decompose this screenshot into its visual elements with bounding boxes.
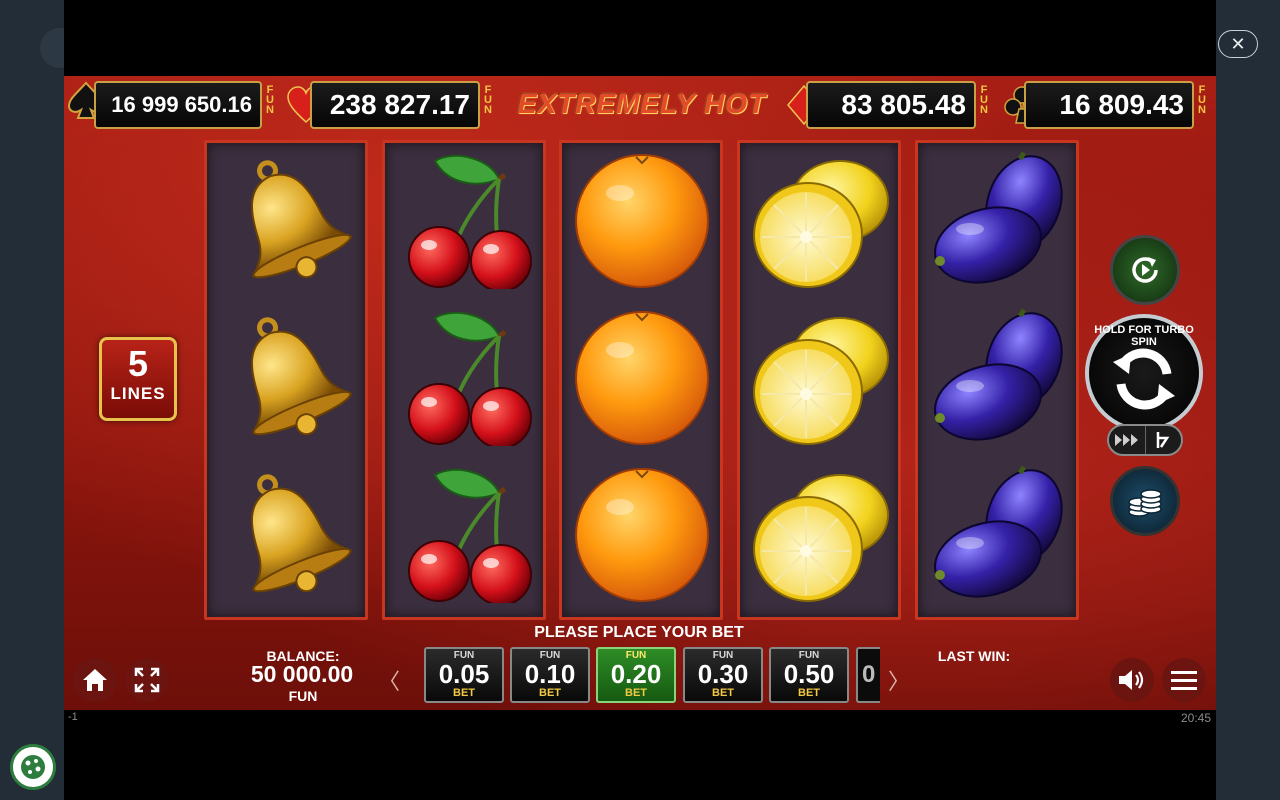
bet-prompt: PLEASE PLACE YOUR BET bbox=[534, 624, 744, 641]
lines-badge[interactable]: 5 LINES bbox=[99, 337, 177, 421]
jackpot-unit: FUN bbox=[484, 84, 492, 116]
bet-option[interactable]: FUN 0.30 BET bbox=[683, 647, 763, 703]
bet-caption: BET bbox=[712, 687, 734, 699]
bet-option[interactable]: FUN 0.50 BET bbox=[769, 647, 849, 703]
bet-option[interactable]: FUN 0.05 BET bbox=[424, 647, 504, 703]
bell-symbol bbox=[250, 474, 353, 593]
balance-unit: FUN bbox=[288, 688, 318, 704]
bet-value: 0.10 bbox=[524, 659, 576, 689]
bet-caption: BET bbox=[798, 687, 820, 699]
balance-value: 50 000.00 bbox=[250, 661, 354, 687]
plum-symbol bbox=[934, 465, 1063, 598]
orange-symbol bbox=[575, 154, 709, 288]
spin-icon bbox=[1113, 348, 1175, 410]
bet-value: 0.50 bbox=[783, 659, 835, 689]
lines-count: 5 bbox=[127, 343, 149, 384]
reel-2 bbox=[382, 140, 546, 620]
jackpot-value: 83 805.48 bbox=[806, 81, 976, 129]
last-win-label: LAST WIN: bbox=[937, 648, 1011, 664]
autoplay-button[interactable] bbox=[1110, 235, 1180, 305]
cookie-icon bbox=[21, 755, 45, 779]
cherries-symbol bbox=[408, 154, 532, 289]
orange-symbol bbox=[575, 311, 709, 445]
orange-symbol bbox=[575, 468, 709, 602]
speed-toggle bbox=[1107, 424, 1183, 456]
cookie-settings-button[interactable] bbox=[10, 744, 56, 790]
turbo-spin-hint: HOLD FOR TURBO SPIN bbox=[1094, 324, 1194, 348]
bet-option-partial[interactable]: 0 bbox=[856, 647, 880, 703]
close-button[interactable]: ✕ bbox=[1218, 30, 1258, 58]
lines-label: LINES bbox=[110, 384, 166, 403]
home-button[interactable] bbox=[73, 658, 117, 702]
jackpot-unit: FUN bbox=[980, 84, 988, 116]
jackpot-value: 16 999 650.16 bbox=[94, 81, 262, 129]
bet-option-selected[interactable]: FUN 0.20 BET bbox=[596, 647, 676, 703]
plum-symbol bbox=[934, 151, 1063, 284]
bet-caption: BET bbox=[453, 687, 475, 699]
status-indicator: -1 bbox=[68, 711, 78, 723]
jackpot-unit: FUN bbox=[1198, 84, 1206, 116]
fast-forward-icon bbox=[1114, 434, 1138, 446]
jackpot-value: 238 827.17 bbox=[310, 81, 480, 129]
bet-value: 0.20 bbox=[610, 659, 662, 689]
coins-icon bbox=[1128, 489, 1162, 517]
speaker-icon bbox=[1119, 670, 1144, 690]
bet-value: 0.05 bbox=[438, 659, 490, 689]
home-icon bbox=[83, 669, 107, 691]
fast-play-toggle[interactable] bbox=[1109, 426, 1145, 454]
left-backdrop bbox=[0, 0, 64, 800]
bet-prev-arrow[interactable]: 〈 bbox=[378, 664, 400, 696]
game-title: EXTREMELY HOT bbox=[517, 88, 767, 119]
autoplay-icon bbox=[1132, 257, 1158, 283]
jackpot-value: 16 809.43 bbox=[1024, 81, 1194, 129]
spin-button[interactable]: HOLD FOR TURBO SPIN bbox=[1085, 314, 1203, 432]
lemon-symbol bbox=[753, 474, 889, 602]
turbo-icon bbox=[1157, 432, 1170, 448]
bet-option[interactable]: FUN 0.10 BET bbox=[510, 647, 590, 703]
fullscreen-icon bbox=[134, 667, 160, 693]
right-backdrop bbox=[1216, 0, 1280, 800]
jackpot-unit: FUN bbox=[266, 84, 274, 116]
lemon-symbol bbox=[753, 317, 889, 445]
reel-1 bbox=[204, 140, 368, 620]
bet-value: 0.30 bbox=[697, 659, 749, 689]
game-canvas: 16 999 650.16 FUN 238 827.17 FUN EXTREME… bbox=[64, 76, 1216, 710]
lemon-symbol bbox=[753, 160, 889, 288]
fullscreen-button[interactable] bbox=[125, 658, 169, 702]
turbo-toggle[interactable] bbox=[1144, 426, 1182, 454]
close-icon: ✕ bbox=[1230, 33, 1246, 54]
clock: 20:45 bbox=[1181, 711, 1212, 725]
menu-button[interactable] bbox=[1162, 658, 1206, 702]
cherries-symbol bbox=[408, 468, 532, 603]
reel-3 bbox=[559, 140, 723, 620]
hamburger-menu-icon bbox=[1171, 671, 1197, 690]
bet-next-arrow[interactable]: 〉 bbox=[888, 664, 910, 696]
sound-button[interactable] bbox=[1110, 658, 1154, 702]
bell-symbol bbox=[250, 160, 353, 279]
bet-caption: BET bbox=[539, 687, 561, 699]
cherries-symbol bbox=[408, 311, 532, 446]
reel-4 bbox=[737, 140, 901, 620]
reel-5 bbox=[915, 140, 1079, 620]
bet-coins-button[interactable] bbox=[1110, 466, 1180, 536]
bell-symbol bbox=[250, 317, 353, 436]
plum-symbol bbox=[934, 308, 1063, 441]
bet-caption: BET bbox=[625, 687, 647, 699]
